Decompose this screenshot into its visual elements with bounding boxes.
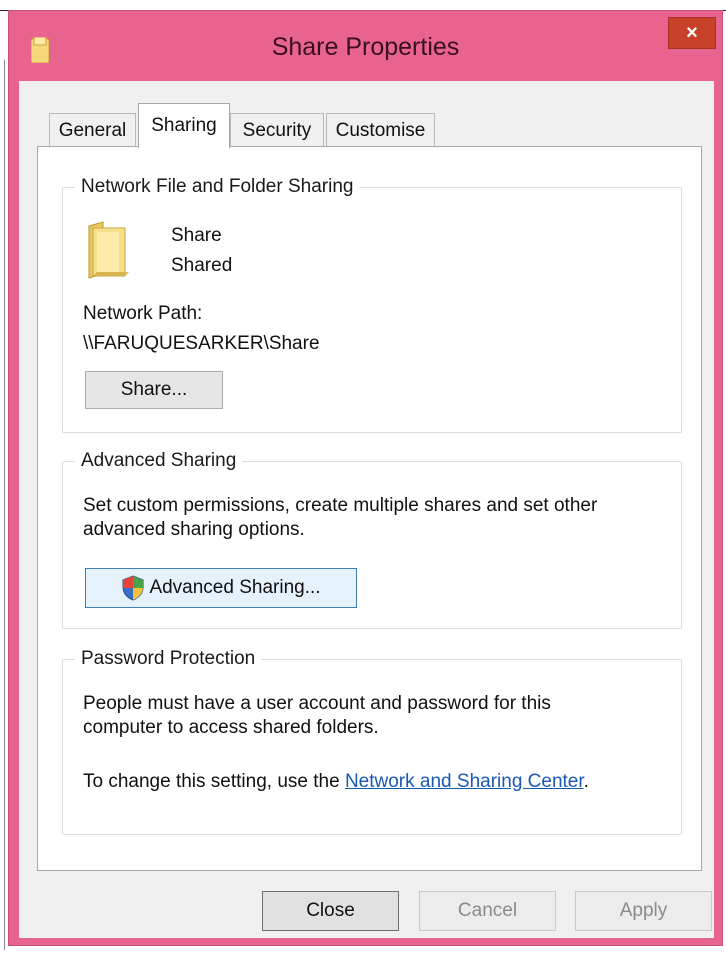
password-protection-group: Password Protection People must have a u… xyxy=(62,646,682,835)
folder-status: Shared xyxy=(171,255,233,276)
tab-customise[interactable]: Customise xyxy=(326,113,435,147)
network-path-value: \\FARUQUESARKER\Share xyxy=(83,333,320,354)
background-line-left xyxy=(4,60,5,950)
window-title: Share Properties xyxy=(271,33,460,61)
password-protection-description-2: computer to access shared folders. xyxy=(83,717,379,738)
close-window-button[interactable]: × xyxy=(668,17,716,49)
advanced-sharing-description-2: advanced sharing options. xyxy=(83,519,305,540)
change-setting-period: . xyxy=(583,771,589,792)
tab-general[interactable]: General xyxy=(49,113,136,147)
shared-folder-icon xyxy=(88,221,129,279)
share-button[interactable]: Share... xyxy=(85,371,223,409)
sharing-tab-panel: Network File and Folder Sharing Share Sh… xyxy=(37,146,702,871)
advanced-sharing-button[interactable]: Advanced Sharing... xyxy=(85,568,357,608)
close-button[interactable]: Close xyxy=(262,891,399,931)
apply-button[interactable]: Apply xyxy=(575,891,712,931)
share-properties-window: Share Properties × General Sharing Secur… xyxy=(8,10,723,946)
folder-name: Share xyxy=(171,225,222,246)
tab-security[interactable]: Security xyxy=(230,113,324,147)
cancel-button[interactable]: Cancel xyxy=(419,891,556,931)
password-protection-legend: Password Protection xyxy=(75,646,262,672)
tab-sharing[interactable]: Sharing xyxy=(138,103,230,148)
change-setting-prefix: To change this setting, use the xyxy=(83,771,345,792)
network-sharing-center-link[interactable]: Network and Sharing Center xyxy=(345,771,584,792)
dialog-client: General Sharing Security Customise Netwo… xyxy=(19,81,714,938)
close-icon: × xyxy=(686,22,698,44)
uac-shield-icon xyxy=(122,575,144,601)
change-setting-text: To change this setting, use the Network … xyxy=(83,768,589,796)
advanced-sharing-button-label: Advanced Sharing... xyxy=(149,577,321,598)
network-sharing-legend: Network File and Folder Sharing xyxy=(75,174,360,200)
advanced-sharing-group: Advanced Sharing Set custom permissions,… xyxy=(62,448,682,629)
title-bar[interactable]: Share Properties × xyxy=(9,11,722,89)
advanced-sharing-legend: Advanced Sharing xyxy=(75,448,243,474)
network-sharing-group: Network File and Folder Sharing Share Sh… xyxy=(62,174,682,433)
network-path-label: Network Path: xyxy=(83,303,203,324)
